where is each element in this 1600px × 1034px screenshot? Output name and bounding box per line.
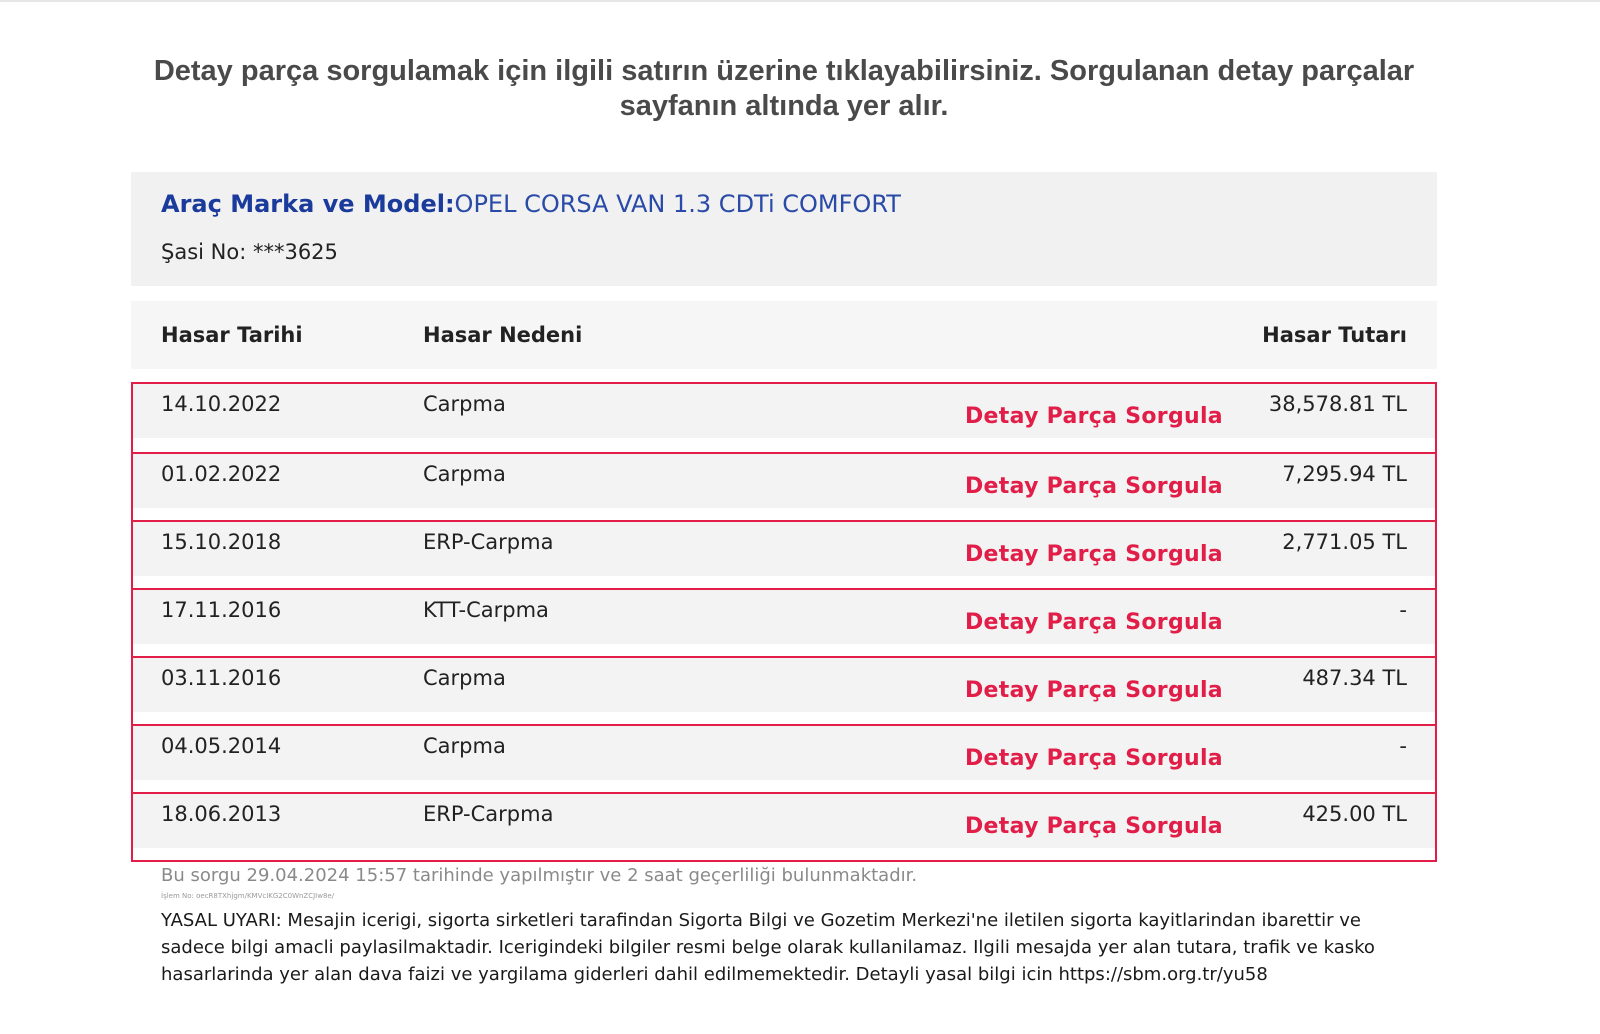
table-row[interactable]: 03.11.2016 Carpma Detay Parça Sorgula 48… bbox=[133, 656, 1435, 724]
query-timestamp-note: Bu sorgu 29.04.2024 15:57 tarihinde yapı… bbox=[161, 865, 918, 886]
row-amount: 7,295.94 TL bbox=[1282, 462, 1407, 486]
row-band bbox=[133, 590, 1435, 644]
row-reason: ERP-Carpma bbox=[423, 530, 554, 554]
transaction-number: İşlem No: oecR8TXhjgm/KMVcIKG2C0WnZCJIw8… bbox=[161, 892, 335, 900]
vehicle-brand-model: Araç Marka ve Model:OPEL CORSA VAN 1.3 C… bbox=[161, 190, 901, 218]
row-date: 04.05.2014 bbox=[161, 734, 282, 758]
header-damage-date: Hasar Tarihi bbox=[161, 323, 303, 347]
chassis-number: Şasi No: ***3625 bbox=[161, 240, 338, 264]
detail-part-query-link[interactable]: Detay Parça Sorgula bbox=[965, 404, 1223, 429]
row-reason: KTT-Carpma bbox=[423, 598, 549, 622]
legal-warning: YASAL UYARI: Mesajin icerigi, sigorta si… bbox=[161, 910, 1375, 985]
detail-part-query-link[interactable]: Detay Parça Sorgula bbox=[965, 474, 1223, 499]
vehicle-label: Araç Marka ve Model: bbox=[161, 190, 455, 218]
header-damage-reason: Hasar Nedeni bbox=[423, 323, 583, 347]
row-date: 14.10.2022 bbox=[161, 392, 282, 416]
row-date: 15.10.2018 bbox=[161, 530, 282, 554]
row-amount: 425.00 TL bbox=[1302, 802, 1407, 826]
table-row[interactable]: 14.10.2022 Carpma Detay Parça Sorgula 38… bbox=[133, 384, 1435, 452]
damage-table-header: Hasar Tarihi Hasar Nedeni Hasar Tutarı bbox=[131, 301, 1437, 369]
detail-part-query-link[interactable]: Detay Parça Sorgula bbox=[965, 814, 1223, 839]
detail-part-query-link[interactable]: Detay Parça Sorgula bbox=[965, 746, 1223, 771]
row-amount: 487.34 TL bbox=[1302, 666, 1407, 690]
detail-part-query-link[interactable]: Detay Parça Sorgula bbox=[965, 542, 1223, 567]
detail-part-query-link[interactable]: Detay Parça Sorgula bbox=[965, 678, 1223, 703]
table-row[interactable]: 17.11.2016 KTT-Carpma Detay Parça Sorgul… bbox=[133, 588, 1435, 656]
row-date: 03.11.2016 bbox=[161, 666, 282, 690]
row-reason: Carpma bbox=[423, 392, 506, 416]
table-row[interactable]: 15.10.2018 ERP-Carpma Detay Parça Sorgul… bbox=[133, 520, 1435, 588]
damage-table-body: 14.10.2022 Carpma Detay Parça Sorgula 38… bbox=[131, 382, 1437, 862]
header-damage-amount: Hasar Tutarı bbox=[1262, 323, 1407, 347]
row-reason: ERP-Carpma bbox=[423, 802, 554, 826]
row-band bbox=[133, 454, 1435, 508]
row-amount: - bbox=[1399, 734, 1407, 758]
row-band bbox=[133, 658, 1435, 712]
row-date: 17.11.2016 bbox=[161, 598, 282, 622]
table-row[interactable]: 18.06.2013 ERP-Carpma Detay Parça Sorgul… bbox=[133, 792, 1435, 860]
row-band bbox=[133, 726, 1435, 780]
vehicle-model: OPEL CORSA VAN 1.3 CDTi COMFORT bbox=[454, 190, 901, 218]
row-reason: Carpma bbox=[423, 734, 506, 758]
detail-part-query-link[interactable]: Detay Parça Sorgula bbox=[965, 610, 1223, 635]
row-amount: - bbox=[1399, 598, 1407, 622]
top-divider bbox=[0, 0, 1600, 2]
row-band bbox=[133, 384, 1435, 438]
damage-history-page: Detay parça sorgulamak için ilgili satır… bbox=[0, 0, 1600, 1034]
row-reason: Carpma bbox=[423, 462, 506, 486]
row-reason: Carpma bbox=[423, 666, 506, 690]
row-band bbox=[133, 522, 1435, 576]
row-band bbox=[133, 794, 1435, 848]
row-amount: 2,771.05 TL bbox=[1282, 530, 1407, 554]
table-row[interactable]: 04.05.2014 Carpma Detay Parça Sorgula - bbox=[133, 724, 1435, 792]
instruction-text: Detay parça sorgulamak için ilgili satır… bbox=[153, 55, 1415, 122]
row-date: 18.06.2013 bbox=[161, 802, 282, 826]
table-row[interactable]: 01.02.2022 Carpma Detay Parça Sorgula 7,… bbox=[133, 452, 1435, 520]
row-date: 01.02.2022 bbox=[161, 462, 282, 486]
row-amount: 38,578.81 TL bbox=[1268, 392, 1407, 416]
vehicle-info-panel: Araç Marka ve Model:OPEL CORSA VAN 1.3 C… bbox=[131, 172, 1437, 286]
